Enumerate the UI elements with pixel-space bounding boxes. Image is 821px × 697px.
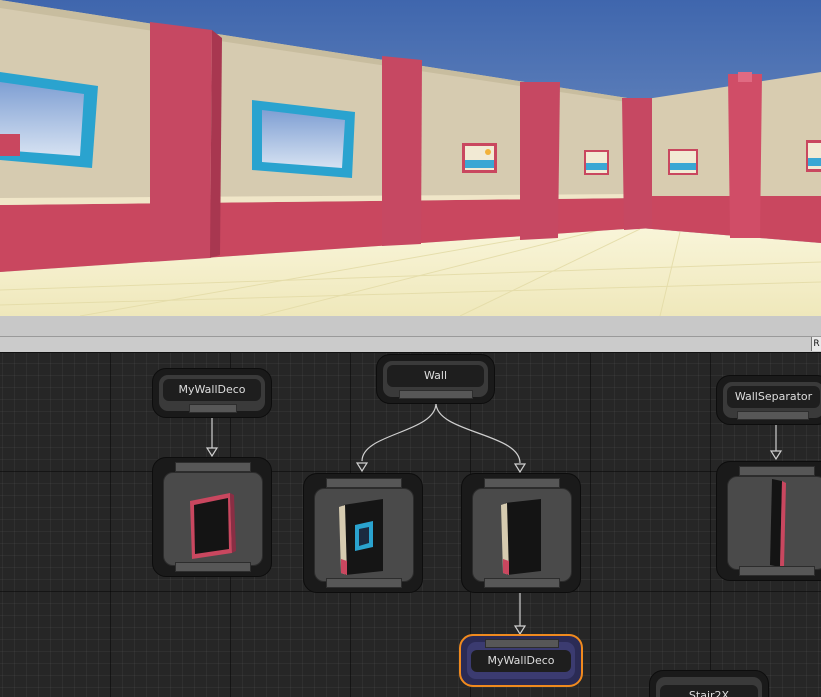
wall-window-thumbnail — [339, 499, 383, 575]
prefab-thumbnail — [472, 488, 572, 582]
node-mywalldeco-selected[interactable]: MyWallDeco — [459, 634, 583, 687]
node-title: Wall — [387, 365, 484, 387]
node-mywalldeco[interactable]: MyWallDeco — [152, 368, 272, 418]
output-port[interactable] — [189, 404, 237, 413]
arrowhead — [205, 447, 219, 458]
output-port[interactable] — [484, 578, 560, 588]
output-port[interactable] — [737, 411, 809, 420]
node-title: MyWallDeco — [163, 379, 261, 401]
arrowhead — [513, 625, 527, 636]
input-port[interactable] — [484, 478, 560, 488]
scene-render — [0, 0, 821, 316]
toolbar-right-button[interactable]: R — [811, 337, 821, 351]
node-title: WallSeparator — [727, 386, 820, 408]
scene-viewport[interactable] — [0, 0, 821, 316]
node-wall[interactable]: Wall — [376, 354, 495, 404]
node-title: Stair2X — [660, 685, 758, 697]
pillar-thumbnail — [770, 479, 786, 567]
node-title: MyWallDeco — [471, 650, 571, 672]
node-wallseparator[interactable]: WallSeparator — [716, 375, 821, 425]
node-prefab-preview[interactable] — [461, 473, 581, 593]
node-graph-canvas[interactable]: MyWallDeco Wall WallSeparator MyWallDeco… — [0, 353, 821, 697]
wall-plain-thumbnail — [501, 499, 541, 575]
arrowhead — [513, 463, 527, 474]
panel-splitter[interactable] — [0, 316, 821, 337]
prefab-thumbnail — [314, 488, 414, 582]
connection-wall-to-preview-a — [361, 402, 437, 462]
input-port[interactable] — [485, 639, 559, 648]
node-prefab-preview[interactable] — [152, 457, 272, 577]
node-prefab-preview[interactable] — [716, 461, 821, 581]
prefab-thumbnail — [727, 476, 821, 570]
input-port[interactable] — [175, 462, 251, 472]
prefab-thumbnail — [163, 472, 263, 566]
arrowhead — [769, 450, 783, 461]
deco-frame-thumbnail — [190, 493, 236, 559]
input-port[interactable] — [739, 466, 815, 476]
node-prefab-preview[interactable] — [303, 473, 423, 593]
graph-toolbar: R — [0, 337, 821, 353]
input-port[interactable] — [326, 478, 402, 488]
output-port[interactable] — [326, 578, 402, 588]
output-port[interactable] — [399, 390, 473, 399]
node-stair2x[interactable]: Stair2X — [649, 670, 769, 697]
arrowhead — [355, 462, 369, 473]
output-port[interactable] — [175, 562, 251, 572]
output-port[interactable] — [739, 566, 815, 576]
connection-wall-to-preview-b — [435, 402, 521, 464]
